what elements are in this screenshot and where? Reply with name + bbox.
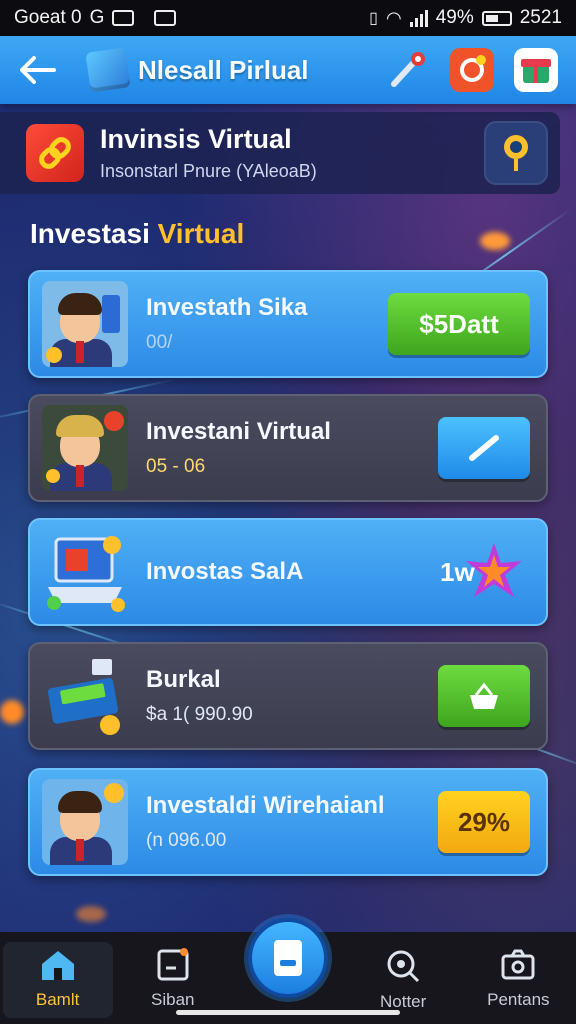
badge-label: 1w [440,556,475,587]
section-title: Investasi Virtual [30,218,244,250]
header-card[interactable]: Invinsis Virtual Insonstarl Pnure (YAleo… [0,112,560,194]
card-title: Investani Virtual [146,418,331,445]
investment-card[interactable]: Investaldi Wirehaianl (n 096.00 29% [28,768,548,876]
image-icon [112,10,135,26]
battery-percent: 49% [435,7,474,28]
status-carrier-text: Goeat 0 [14,7,82,28]
status-time: 2521 [519,7,562,28]
app-bar: Nlesall Pirlual [0,36,576,104]
status-bar-right: ▯ ◠ 49% 2521 [369,7,562,29]
investment-card[interactable]: Investath Sika 00/ $5Datt [28,270,548,378]
nav-item-pentans[interactable]: Pentans [463,948,573,1010]
status-carrier-letter: G [89,7,105,28]
star-badge: 1w [440,541,530,603]
message-icon [154,10,177,26]
laptop-icon [42,529,128,615]
back-arrow-icon[interactable] [18,50,58,90]
glow-orb [480,232,510,250]
card-text: Investani Virtual 05 - 06 [146,418,438,478]
glow-orb [0,700,24,724]
wallet-cash-icon [42,653,128,739]
cart-button[interactable] [438,665,530,727]
card-action-button[interactable]: $5Datt [388,293,530,355]
document-icon [157,948,189,981]
app-logo-icon [85,47,131,93]
vibrate-icon: ▯ [369,10,378,27]
link-badge-icon [26,124,84,182]
gift-icon[interactable] [514,48,558,92]
home-icon [41,951,74,980]
basket-icon [470,682,498,709]
signal-icon [409,9,428,27]
home-indicator [176,1010,400,1015]
header-card-text: Invinsis Virtual Insonstarl Pnure (YAleo… [100,124,484,182]
nav-label: Pentans [487,990,550,1009]
section-title-word2: Virtual [157,218,245,249]
avatar [42,405,128,491]
nav-item-siban[interactable]: Siban [118,948,228,1010]
avatar [42,779,128,865]
glow-orb [76,906,106,922]
nav-label: Siban [151,990,195,1009]
card-subtitle: (n 096.00 [146,830,227,851]
status-bar: Goeat 0 G ▯ ◠ 49% 2521 [0,0,576,36]
nav-label: Notter [380,992,427,1011]
wallet-icon [274,940,302,976]
nav-label: Bamlt [35,990,80,1009]
card-subtitle: $a 1( 990.90 [146,704,253,725]
status-bar-left: Goeat 0 G [14,7,177,29]
card-text: Burkal $a 1( 990.90 [146,666,438,726]
card-text: Invostas SalA [146,558,440,586]
card-text: Investath Sika 00/ [146,294,388,354]
center-action-button[interactable] [248,918,328,998]
card-title: Investath Sika [146,294,308,321]
avatar [42,281,128,367]
pen-tool-icon[interactable] [386,48,430,92]
investment-card[interactable]: Investani Virtual 05 - 06 [28,394,548,502]
percentage-button[interactable]: 29% [438,791,530,853]
app-title: Nlesall Pirlual [138,54,309,85]
card-subtitle: 00/ [146,332,173,353]
card-subtitle: 05 - 06 [146,456,206,477]
card-title: Invostas SalA [146,558,304,585]
nav-item-home[interactable]: Bamlt [2,942,113,1018]
nav-item-notter[interactable]: Notter [348,948,458,1012]
header-card-subtitle: Insonstarl Pnure (YAleoaB) [100,161,317,181]
section-title-word1: Investasi [30,218,150,249]
location-pin-icon[interactable] [484,121,548,185]
card-title: Investaldi Wirehaianl [146,792,385,819]
camera-icon [501,949,535,980]
investment-card[interactable]: Burkal $a 1( 990.90 [28,642,548,750]
search-icon [387,950,420,983]
card-title: Burkal [146,666,221,693]
notification-badge-icon[interactable] [450,48,494,92]
card-text: Investaldi Wirehaianl (n 096.00 [146,792,438,852]
header-card-title: Invinsis Virtual [100,124,292,154]
wifi-icon: ◠ [385,7,402,28]
investment-card[interactable]: Invostas SalA 1w [28,518,548,626]
battery-icon [481,10,512,26]
edit-icon [469,435,499,461]
edit-button[interactable] [438,417,530,479]
